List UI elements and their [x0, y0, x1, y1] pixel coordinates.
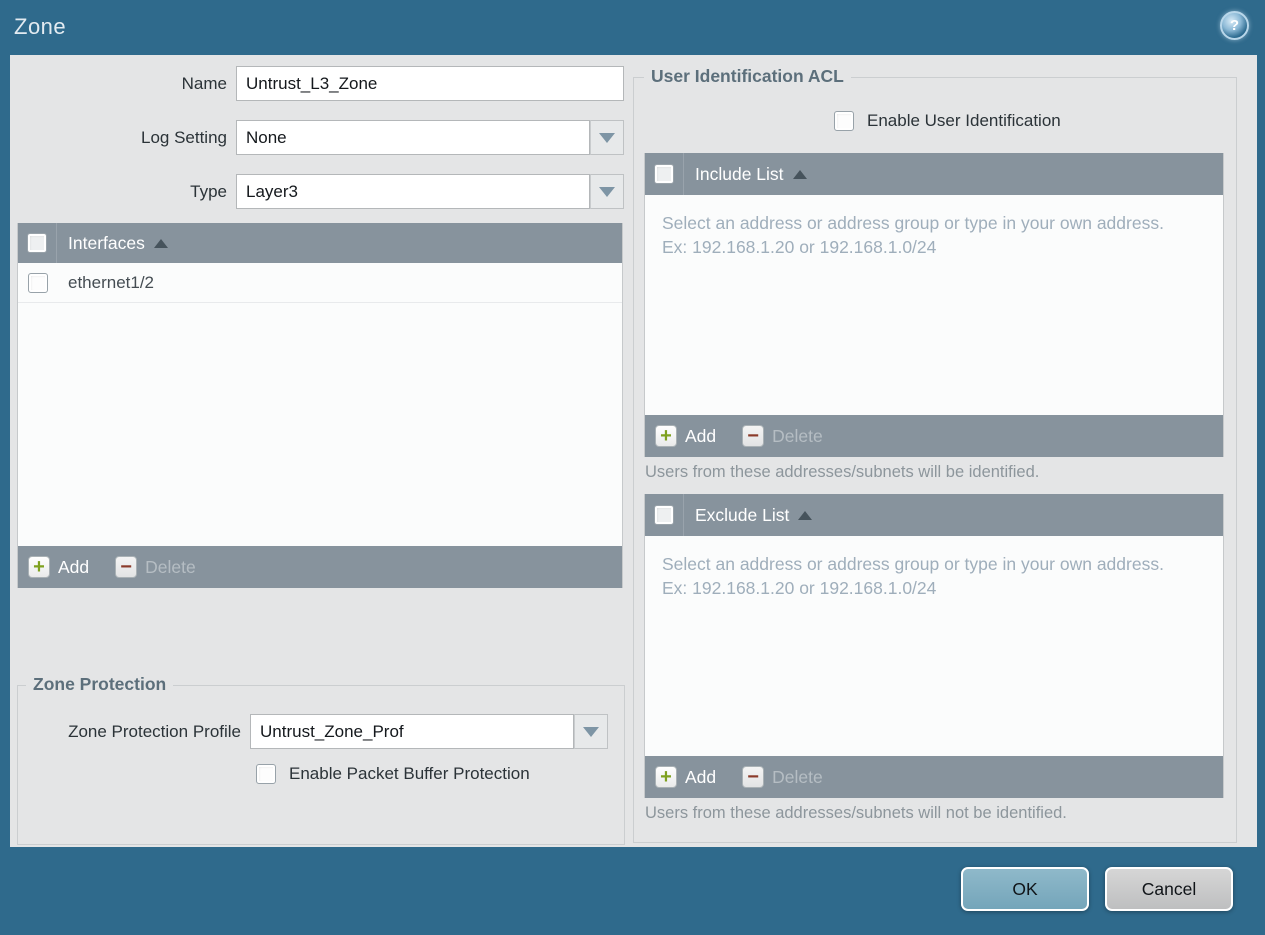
log-setting-input[interactable]	[236, 120, 590, 155]
interfaces-delete-button[interactable]: − Delete	[115, 556, 196, 578]
enable-user-identification-row: Enable User Identification	[834, 110, 1224, 132]
sort-ascending-icon	[798, 510, 813, 520]
plus-icon: +	[655, 425, 677, 447]
exclude-delete-button[interactable]: − Delete	[742, 766, 823, 788]
exclude-list-footer: + Add − Delete	[645, 756, 1223, 798]
include-list-table: Include List Select an address or addres…	[644, 153, 1224, 457]
exclude-list-placeholder: Select an address or address group or ty…	[662, 554, 1164, 599]
help-icon[interactable]: ?	[1220, 11, 1249, 40]
exclude-add-button[interactable]: + Add	[655, 766, 716, 788]
chevron-down-icon	[583, 726, 599, 737]
zone-protection-profile-input[interactable]	[250, 714, 574, 749]
packet-buffer-row: Enable Packet Buffer Protection	[256, 764, 624, 784]
type-dropdown-trigger[interactable]	[590, 174, 624, 209]
dialog-footer: OK Cancel	[961, 867, 1233, 911]
exclude-list-table: Exclude List Select an address or addres…	[644, 494, 1224, 798]
exclude-list-label: Exclude List	[695, 504, 790, 525]
interfaces-add-button[interactable]: + Add	[28, 556, 89, 578]
type-input[interactable]	[236, 174, 590, 209]
exclude-select-all-checkbox[interactable]	[654, 505, 674, 525]
zone-protection-section: Zone Protection Zone Protection Profile …	[17, 674, 625, 845]
include-add-button[interactable]: + Add	[655, 425, 716, 447]
exclude-list-column-header[interactable]: Exclude List	[684, 504, 813, 526]
interfaces-table: Interfaces ethernet1/2 + Add − Delete	[17, 223, 623, 588]
log-setting-row: Log Setting	[10, 120, 624, 155]
user-identification-acl-legend: User Identification ACL	[644, 66, 851, 87]
enable-user-identification-label: Enable User Identification	[867, 111, 1061, 130]
interface-row-checkbox[interactable]	[27, 272, 48, 293]
interfaces-table-header: Interfaces	[18, 223, 622, 263]
zone-protection-legend: Zone Protection	[26, 674, 174, 695]
plus-icon: +	[655, 766, 677, 788]
include-list-note: Users from these addresses/subnets will …	[645, 463, 1040, 481]
zone-form: Name Log Setting Type	[10, 66, 624, 228]
sort-ascending-icon	[792, 169, 807, 179]
include-list-footer: + Add − Delete	[645, 415, 1223, 457]
interfaces-column-header[interactable]: Interfaces	[57, 233, 168, 254]
minus-icon: −	[742, 425, 765, 447]
include-list-placeholder: Select an address or address group or ty…	[662, 213, 1164, 258]
interfaces-column-label: Interfaces	[68, 232, 145, 253]
include-list-header: Include List	[645, 153, 1223, 195]
exclude-list-note: Users from these addresses/subnets will …	[645, 804, 1067, 822]
zone-protection-profile-row: Zone Protection Profile	[18, 714, 624, 749]
type-label: Type	[190, 181, 227, 201]
dialog-content: Name Log Setting Type	[10, 55, 1257, 847]
interfaces-table-footer: + Add − Delete	[18, 546, 622, 588]
include-select-all-checkbox[interactable]	[654, 164, 674, 184]
include-list-column-header[interactable]: Include List	[684, 164, 807, 185]
log-setting-label: Log Setting	[140, 127, 227, 147]
ok-button[interactable]: OK	[961, 867, 1089, 911]
sort-ascending-icon	[153, 238, 168, 248]
chevron-down-icon	[599, 132, 615, 143]
plus-icon: +	[28, 556, 50, 578]
include-list-label: Include List	[695, 163, 784, 184]
interface-name: ethernet1/2	[68, 272, 155, 292]
chevron-down-icon	[599, 186, 615, 197]
exclude-list-body[interactable]: Select an address or address group or ty…	[645, 536, 1223, 756]
name-label: Name	[181, 73, 227, 93]
packet-buffer-protection-label: Enable Packet Buffer Protection	[289, 764, 530, 783]
zone-protection-profile-dropdown-trigger[interactable]	[574, 714, 608, 749]
cancel-button[interactable]: Cancel	[1105, 867, 1233, 911]
interfaces-select-all-checkbox[interactable]	[27, 233, 47, 253]
zone-protection-profile-label: Zone Protection Profile	[68, 721, 241, 741]
type-row: Type	[10, 174, 624, 209]
dialog-titlebar: Zone ?	[0, 0, 1265, 55]
exclude-list-header: Exclude List	[645, 494, 1223, 536]
minus-icon: −	[742, 766, 765, 788]
interface-row[interactable]: ethernet1/2	[18, 263, 622, 303]
enable-user-identification-checkbox[interactable]	[834, 111, 854, 131]
name-input[interactable]	[236, 66, 624, 101]
include-list-body[interactable]: Select an address or address group or ty…	[645, 195, 1223, 415]
include-delete-button[interactable]: − Delete	[742, 425, 823, 447]
log-setting-dropdown-trigger[interactable]	[590, 120, 624, 155]
name-row: Name	[10, 66, 624, 101]
minus-icon: −	[115, 556, 138, 578]
page-title: Zone	[14, 14, 67, 39]
zone-dialog: Zone ? Name Log Setting	[0, 0, 1265, 935]
packet-buffer-protection-checkbox[interactable]	[256, 764, 276, 784]
user-identification-acl-section: User Identification ACL Enable User Iden…	[633, 66, 1237, 843]
interfaces-table-body	[18, 303, 622, 546]
